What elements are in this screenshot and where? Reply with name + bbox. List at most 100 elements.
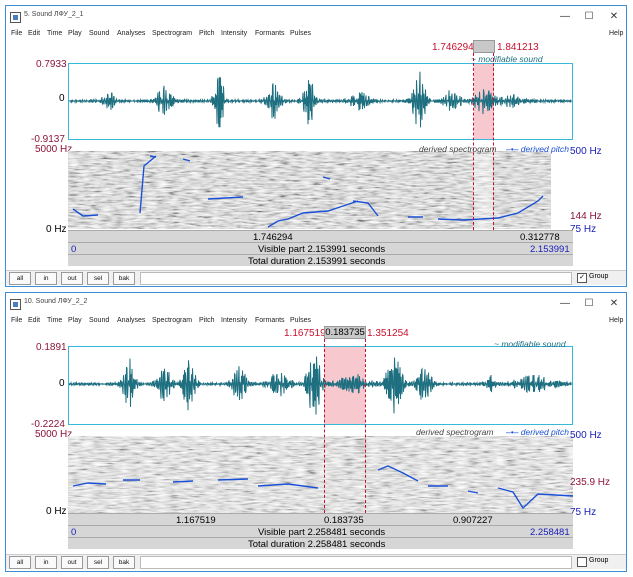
menu-pulses[interactable]: Pulses: [290, 30, 311, 37]
amplitude-max-label: 0.7933: [36, 59, 67, 70]
group-checkbox[interactable]: ✓: [577, 273, 587, 283]
zoom-out-button[interactable]: out: [61, 556, 83, 569]
menu-pitch[interactable]: Pitch: [199, 30, 215, 37]
menu-intensity[interactable]: Intensity: [221, 30, 247, 37]
derived-pitch-label: derived pitch: [520, 427, 569, 437]
menu-formants[interactable]: Formants: [255, 30, 285, 37]
menu-edit[interactable]: Edit: [28, 317, 40, 324]
menu-time[interactable]: Time: [47, 30, 62, 37]
zoom-selection-button[interactable]: sel: [87, 556, 109, 569]
menu-sound[interactable]: Sound: [89, 317, 109, 324]
derived-spectrogram-legend: derived spectrogram: [419, 144, 497, 154]
maximize-button[interactable]: ☐: [578, 296, 600, 311]
menu-bar: File Edit Time Play Sound Analyses Spect…: [6, 30, 626, 42]
menu-pulses[interactable]: Pulses: [290, 317, 311, 324]
menu-play[interactable]: Play: [68, 30, 82, 37]
waveform-area[interactable]: [68, 63, 573, 140]
selection-end-label: 1.351254: [367, 328, 409, 339]
minimize-button[interactable]: —: [554, 9, 576, 24]
close-button[interactable]: ✕: [603, 296, 625, 311]
amplitude-zero-label: 0: [59, 378, 65, 389]
group-label: Group: [589, 557, 609, 564]
menu-file[interactable]: File: [11, 317, 22, 324]
menu-spectrogram[interactable]: Spectrogram: [152, 30, 192, 37]
selection-start-label: 1.167519: [284, 328, 326, 339]
zoom-in-button[interactable]: in: [35, 556, 57, 569]
waveform-area[interactable]: [68, 346, 573, 425]
praat-app-icon: [10, 12, 21, 23]
group-label: Group: [589, 273, 609, 280]
menu-play[interactable]: Play: [68, 317, 82, 324]
total-duration-label: Total duration 2.258481 seconds: [248, 539, 386, 550]
zoom-all-button[interactable]: all: [9, 556, 31, 569]
amplitude-zero-label: 0: [59, 93, 65, 104]
zoom-back-button[interactable]: bak: [113, 556, 135, 569]
zoom-selection-button[interactable]: sel: [87, 272, 109, 285]
visible-part-bar[interactable]: 0 Visible part 2.258481 seconds 2.258481: [68, 525, 573, 538]
spectrogram-area[interactable]: [68, 436, 573, 514]
horizontal-scrollbar[interactable]: [140, 556, 572, 569]
zoom-back-button[interactable]: bak: [113, 272, 135, 285]
zoom-in-button[interactable]: in: [35, 272, 57, 285]
modifiable-sound-legend: ~ modifiable sound: [494, 339, 566, 349]
frequency-bottom-label: 0 Hz: [46, 506, 67, 517]
close-button[interactable]: ✕: [603, 9, 625, 24]
waveform-plot: [69, 71, 572, 128]
menu-time[interactable]: Time: [47, 317, 62, 324]
total-duration-label: Total duration 2.153991 seconds: [248, 256, 386, 267]
horizontal-scrollbar[interactable]: [140, 272, 572, 285]
selection-end-label: 1.841213: [497, 42, 539, 53]
menu-edit[interactable]: Edit: [28, 30, 40, 37]
selection-start-label: 1.746294: [432, 42, 474, 53]
group-checkbox[interactable]: [577, 557, 587, 567]
menu-file[interactable]: File: [11, 30, 22, 37]
spectrogram-area[interactable]: [68, 151, 573, 229]
zoom-out-button[interactable]: out: [61, 272, 83, 285]
selection-length-tab[interactable]: 0.183735: [324, 326, 366, 339]
bottom-toolbar: all in out sel bak ✓ Group: [6, 270, 626, 285]
derived-pitch-legend: –•– derived pitch: [506, 427, 569, 437]
minimize-button[interactable]: —: [554, 296, 576, 311]
menu-formants[interactable]: Formants: [255, 317, 285, 324]
sound-window-1: 5. Sound ЛФУ_2_1 — ☐ ✕ File Edit Time Pl…: [5, 5, 627, 287]
derived-spectrogram-legend: derived spectrogram: [416, 427, 494, 437]
menu-pitch[interactable]: Pitch: [199, 317, 215, 324]
modifiable-sound-legend: ~ modifiable sound: [471, 54, 543, 64]
total-duration-bar[interactable]: Total duration 2.258481 seconds: [68, 537, 573, 550]
selection-length-tab[interactable]: [473, 40, 495, 53]
pitch-top-label: 500 Hz: [570, 430, 602, 441]
sound-window-2: 10. Sound ЛФУ_2_2 — ☐ ✕ File Edit Time P…: [5, 292, 627, 572]
segment-bar[interactable]: 1.746294 0.312778: [68, 230, 573, 243]
spectrogram-plot: [68, 436, 573, 514]
bottom-toolbar: all in out sel bak Group: [6, 554, 626, 569]
menu-intensity[interactable]: Intensity: [221, 317, 247, 324]
visible-part-bar[interactable]: 0 Visible part 2.153991 seconds 2.153991: [68, 242, 573, 255]
selection-start-marker: [473, 53, 474, 230]
menu-help[interactable]: Help: [609, 317, 623, 324]
menu-analyses[interactable]: Analyses: [117, 317, 145, 324]
menu-sound[interactable]: Sound: [89, 30, 109, 37]
zoom-all-button[interactable]: all: [9, 272, 31, 285]
maximize-button[interactable]: ☐: [578, 9, 600, 24]
amplitude-max-label: 0.1891: [36, 342, 67, 353]
selection-start-marker: [324, 339, 325, 513]
menu-analyses[interactable]: Analyses: [117, 30, 145, 37]
selection-end-marker: [493, 53, 494, 230]
selection-end-marker: [365, 339, 366, 513]
menu-spectrogram[interactable]: Spectrogram: [152, 317, 192, 324]
waveform-plot: [69, 356, 572, 415]
segment-bar[interactable]: 1.167519 0.183735 0.907227: [68, 513, 573, 526]
derived-pitch-legend: –•– derived pitch: [506, 144, 569, 154]
window-title: 5. Sound ЛФУ_2_1: [24, 11, 84, 18]
title-bar: 10. Sound ЛФУ_2_2 — ☐ ✕: [6, 293, 626, 315]
menu-help[interactable]: Help: [609, 30, 623, 37]
title-bar: 5. Sound ЛФУ_2_1 — ☐ ✕: [6, 6, 626, 28]
frequency-bottom-label: 0 Hz: [46, 224, 67, 235]
window-title: 10. Sound ЛФУ_2_2: [24, 298, 88, 305]
pitch-current-label: 144 Hz: [570, 211, 602, 222]
selection-length-label: 0.183735: [325, 327, 365, 338]
pitch-top-label: 500 Hz: [570, 146, 602, 157]
pitch-bottom-label: 75 Hz: [570, 224, 597, 235]
total-duration-bar[interactable]: Total duration 2.153991 seconds: [68, 254, 573, 267]
pitch-current-label: 235.9 Hz: [570, 477, 611, 488]
